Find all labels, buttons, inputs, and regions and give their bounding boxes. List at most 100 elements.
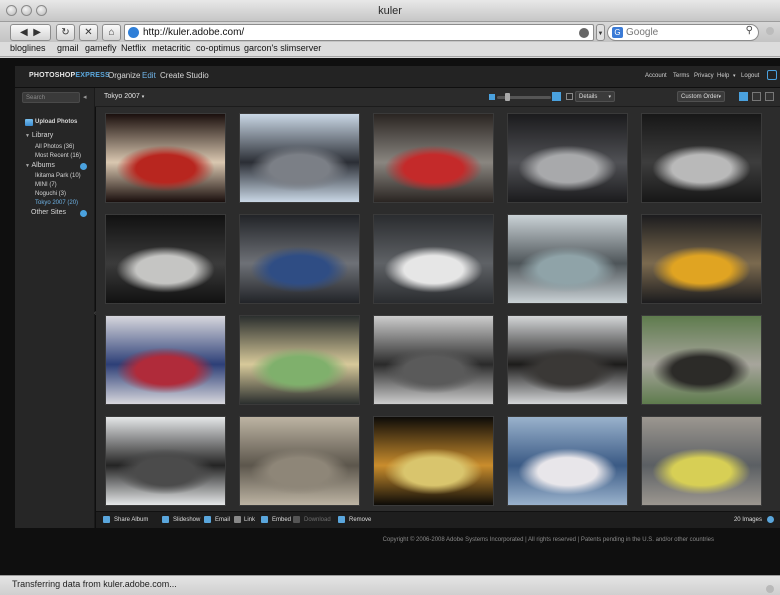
- link-account[interactable]: Account: [645, 73, 667, 79]
- address-bar[interactable]: http://kuler.adobe.com/: [124, 24, 594, 41]
- share-album-button[interactable]: Share Album: [114, 517, 148, 523]
- remove-button[interactable]: Remove: [349, 517, 371, 523]
- link-logout[interactable]: Logout: [741, 73, 759, 79]
- resize-grip-icon[interactable]: [766, 585, 774, 593]
- search-input[interactable]: [626, 26, 736, 39]
- stop-button[interactable]: ✕: [79, 24, 98, 41]
- photo-thumbnail[interactable]: [239, 315, 360, 405]
- bookmark-slimserver[interactable]: garcon's slimserver: [244, 43, 321, 53]
- link-help[interactable]: Help: [717, 73, 729, 79]
- photo-thumbnail[interactable]: [239, 113, 360, 203]
- photoshop-express-logo[interactable]: PHOTOSHOPEXPRESS: [29, 72, 110, 79]
- bookmark-netflix[interactable]: Netflix: [121, 43, 146, 53]
- photo-thumbnail[interactable]: [105, 315, 226, 405]
- list-view-icon[interactable]: [752, 92, 761, 101]
- photo-thumbnail[interactable]: [239, 416, 360, 506]
- albums-label: Albums: [31, 162, 55, 169]
- sidebar-item-most-recent[interactable]: Most Recent (16): [35, 153, 81, 159]
- back-arrow-icon[interactable]: ◀: [20, 27, 28, 38]
- photo-thumbnail[interactable]: [373, 214, 494, 304]
- sidebar-item-all-photos[interactable]: All Photos (36): [35, 144, 74, 150]
- search-icon[interactable]: ⚲: [746, 25, 753, 36]
- bookmark-gamefly[interactable]: gamefly: [85, 43, 117, 53]
- add-album-icon[interactable]: [80, 163, 87, 170]
- title-bar: kuler: [0, 0, 780, 22]
- google-engine-icon[interactable]: G: [612, 27, 623, 38]
- browser-toolbar: ◀ ▶ ↻ ✕ ⌂ http://kuler.adobe.com/ ▼ G ⚲: [0, 22, 780, 42]
- sidebar-item-album[interactable]: Ikitama Park (10): [35, 173, 81, 179]
- slideshow-button[interactable]: Slideshow: [173, 517, 200, 523]
- fullscreen-icon[interactable]: [767, 70, 777, 80]
- reload-button[interactable]: ↻: [56, 24, 75, 41]
- forward-arrow-icon[interactable]: ▶: [33, 27, 41, 38]
- photo-thumbnail[interactable]: [105, 113, 226, 203]
- details-dropdown[interactable]: Details ▾: [575, 91, 615, 102]
- bookmark-gmail[interactable]: gmail: [57, 43, 79, 53]
- details-checkbox[interactable]: [566, 93, 573, 100]
- progress-spinner-icon: [766, 27, 774, 35]
- photo-thumbnail[interactable]: [105, 214, 226, 304]
- email-button[interactable]: Email: [215, 517, 230, 523]
- photo-thumbnail[interactable]: [507, 214, 628, 304]
- reload-icon: ↻: [61, 27, 70, 38]
- slider-handle[interactable]: [505, 93, 510, 101]
- photo-thumbnail[interactable]: [239, 214, 360, 304]
- bookmark-metacritic[interactable]: metacritic: [152, 43, 191, 53]
- embed-icon: [261, 516, 268, 523]
- library-heading[interactable]: ▼ Library: [25, 132, 53, 139]
- bookmark-bloglines[interactable]: bloglines: [10, 43, 46, 53]
- library-label: Library: [31, 132, 54, 139]
- photo-thumbnail[interactable]: [641, 113, 762, 203]
- upload-photos-link[interactable]: Upload Photos: [35, 119, 77, 125]
- add-site-icon[interactable]: [80, 210, 87, 217]
- rss-icon[interactable]: [579, 28, 589, 38]
- help-chevron-icon: ▾: [733, 73, 736, 79]
- photo-thumbnail[interactable]: [373, 113, 494, 203]
- back-forward-button[interactable]: ◀ ▶: [10, 24, 51, 41]
- nav-studio[interactable]: Studio: [186, 71, 209, 80]
- copyright-text: Copyright © 2006-2008 Adobe Systems Inco…: [382, 537, 714, 543]
- photo-thumbnail[interactable]: [641, 416, 762, 506]
- photo-thumbnail[interactable]: [507, 416, 628, 506]
- nav-create[interactable]: Create: [160, 71, 184, 80]
- chevron-down-icon: ▾: [608, 94, 611, 100]
- expand-triangle-icon: ▼: [25, 133, 30, 139]
- albums-heading[interactable]: ▼ Albums: [25, 162, 55, 169]
- embed-button[interactable]: Embed: [272, 517, 291, 523]
- browser-window: kuler ◀ ▶ ↻ ✕ ⌂ http://kuler.adobe.com/ …: [0, 0, 780, 595]
- photo-search-input[interactable]: Search: [22, 92, 80, 103]
- link-button[interactable]: Link: [244, 517, 255, 523]
- window-title: kuler: [378, 5, 402, 17]
- email-icon: [204, 516, 211, 523]
- home-button[interactable]: ⌂: [102, 24, 121, 41]
- search-field[interactable]: G ⚲: [607, 24, 759, 41]
- sidebar-item-album[interactable]: Noguchi (3): [35, 191, 66, 197]
- photo-thumbnail[interactable]: [507, 113, 628, 203]
- nav-edit[interactable]: Edit: [142, 71, 156, 80]
- photo-thumbnail[interactable]: [105, 416, 226, 506]
- search-clear-icon[interactable]: ◂: [83, 93, 87, 101]
- bookmarks-bar: bloglines gmail gamefly Netflix metacrit…: [0, 42, 780, 57]
- info-icon[interactable]: [767, 516, 774, 523]
- nav-organize[interactable]: Organize: [108, 71, 140, 80]
- link-terms[interactable]: Terms: [673, 73, 689, 79]
- url-dropdown-button[interactable]: ▼: [596, 24, 605, 41]
- link-privacy[interactable]: Privacy: [694, 73, 714, 79]
- large-thumbnail-icon[interactable]: [552, 92, 561, 101]
- album-selector[interactable]: Tokyo 2007 ▾: [104, 93, 144, 100]
- grid-view-icon[interactable]: [739, 92, 748, 101]
- upload-icon: [25, 119, 33, 126]
- other-sites-heading[interactable]: Other Sites: [31, 209, 66, 216]
- site-favicon-icon: [128, 27, 139, 38]
- photo-thumbnail[interactable]: [373, 416, 494, 506]
- sort-dropdown[interactable]: Custom Order ▾: [677, 91, 725, 102]
- sidebar-item-album-selected[interactable]: Tokyo 2007 (20): [35, 200, 78, 206]
- small-thumbnail-icon[interactable]: [489, 94, 495, 100]
- photo-thumbnail[interactable]: [641, 315, 762, 405]
- photo-thumbnail[interactable]: [641, 214, 762, 304]
- sidebar-item-album[interactable]: MINI (7): [35, 182, 57, 188]
- photo-thumbnail[interactable]: [373, 315, 494, 405]
- bookmark-co-optimus[interactable]: co-optimus: [196, 43, 240, 53]
- photo-thumbnail[interactable]: [507, 315, 628, 405]
- single-view-icon[interactable]: [765, 92, 774, 101]
